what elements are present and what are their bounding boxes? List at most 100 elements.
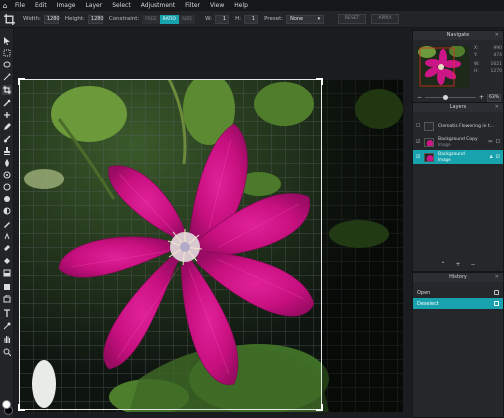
width-input[interactable]: 1280 <box>43 14 60 24</box>
layer-row[interactable]: ☑ Background Copy Image ✂ ☐ <box>413 135 503 149</box>
burn-icon[interactable] <box>2 194 12 204</box>
lock-icon[interactable]: 🔒︎ <box>490 154 493 160</box>
layer-visibility-checkbox[interactable]: ☑ <box>416 139 422 145</box>
move-up-icon[interactable]: ⌃ <box>440 261 445 271</box>
hand-icon[interactable] <box>2 334 12 344</box>
history-open-icon <box>494 290 499 295</box>
menu-layer[interactable]: Layer <box>80 0 107 11</box>
crop-options-bar: Width: 1280 Height: 1280 Constraint: FRE… <box>0 11 504 28</box>
layers-title-bar: Layers ✕ <box>413 103 503 112</box>
apply-button[interactable]: APPLY <box>371 14 400 24</box>
navigator-thumbnail[interactable] <box>417 46 469 88</box>
layer-row-selected[interactable]: ☑ Background Image 🔒︎ ☑ <box>413 150 503 164</box>
brush-icon[interactable] <box>2 134 12 144</box>
zoom-out-icon[interactable]: − <box>417 94 422 101</box>
move-tool-icon[interactable] <box>2 36 12 46</box>
constraint-size[interactable]: SIZE <box>178 14 196 24</box>
gradient-icon[interactable] <box>2 268 12 278</box>
menu-filter[interactable]: Filter <box>180 0 205 11</box>
text-tool-icon[interactable] <box>2 308 12 318</box>
menu-file[interactable]: File <box>10 0 30 11</box>
constraint-ratio[interactable]: RATIO <box>159 14 179 24</box>
reset-button[interactable]: RESET <box>338 14 367 24</box>
layers-panel: Layers ✕ ☐ Clematis Flowering in t... ☑ … <box>412 102 504 272</box>
paint-bucket-icon[interactable] <box>2 256 12 266</box>
image-canvas[interactable] <box>18 73 403 415</box>
menu-view[interactable]: View <box>205 0 229 11</box>
zoom-percent[interactable]: 63% <box>487 93 501 102</box>
drawing-icon[interactable] <box>2 219 12 229</box>
smudge-icon[interactable] <box>2 231 12 241</box>
layer-visibility-checkbox[interactable]: ☑ <box>416 154 422 160</box>
magic-wand-icon[interactable] <box>2 72 12 82</box>
height-input[interactable]: 1280 <box>87 14 104 24</box>
history-panel: History ✕ Open Deselect <box>412 272 504 418</box>
crop-tool-icon[interactable] <box>2 85 12 95</box>
eyedropper-icon[interactable] <box>2 98 12 108</box>
nav-y-value: 474 <box>493 52 502 58</box>
menu-adjustment[interactable]: Adjustment <box>136 0 180 11</box>
crop-handle-top-left[interactable] <box>18 78 25 85</box>
sponge-icon[interactable] <box>2 170 12 180</box>
layer-type: Image <box>438 157 451 162</box>
layer-row[interactable]: ☐ Clematis Flowering in t... <box>413 119 503 133</box>
zoom-slider-handle[interactable] <box>443 95 449 100</box>
layer-checkbox-icon[interactable]: ☑ <box>496 154 500 160</box>
crop-box[interactable] <box>19 79 322 410</box>
layers-footer: ⌃ + − <box>413 261 503 271</box>
remove-layer-icon[interactable]: − <box>471 261 476 271</box>
menu-edit[interactable]: Edit <box>30 0 52 11</box>
zoom-icon[interactable] <box>2 347 12 357</box>
home-icon[interactable]: ⌂ <box>0 0 10 11</box>
add-layer-icon[interactable]: + <box>455 261 460 271</box>
heal-icon[interactable] <box>2 110 12 120</box>
history-title: History <box>449 274 467 280</box>
ratio-w-input[interactable]: 1 <box>215 14 230 24</box>
color-replace-icon[interactable] <box>2 206 12 216</box>
ratio-h-label: H: <box>235 16 242 22</box>
ratio-h-input[interactable]: 1 <box>244 14 259 24</box>
blur-icon[interactable] <box>2 158 12 168</box>
close-icon[interactable]: ✕ <box>495 31 499 40</box>
eraser-icon[interactable] <box>2 243 12 253</box>
tools-panel <box>0 28 14 418</box>
history-label: Open <box>417 289 431 296</box>
menu-help[interactable]: Help <box>229 0 253 11</box>
preset-value: None <box>290 15 304 22</box>
lasso-icon[interactable] <box>2 60 12 70</box>
layer-visibility-checkbox[interactable]: ☐ <box>416 123 422 129</box>
preset-select[interactable]: None ▾ <box>286 14 325 24</box>
layer-thumbnail <box>424 152 434 162</box>
color-picker-icon[interactable] <box>2 321 12 331</box>
height-label: Height: <box>64 16 85 22</box>
shape-icon[interactable] <box>2 282 12 292</box>
canvas-workspace[interactable] <box>15 28 411 418</box>
layer-type: Image <box>438 142 451 147</box>
navigator-title: Navigate <box>446 32 470 38</box>
zoom-in-icon[interactable]: + <box>479 94 484 101</box>
close-icon[interactable]: ✕ <box>495 273 499 282</box>
rect-select-icon[interactable] <box>2 48 12 58</box>
foreground-color-swatch[interactable] <box>2 400 11 409</box>
layers-title: Layers <box>449 104 467 110</box>
clone-stamp-icon[interactable] <box>2 146 12 156</box>
crop-handle-bottom-left[interactable] <box>18 404 25 411</box>
delete-layer-icon[interactable]: ✂ <box>488 139 492 145</box>
close-icon[interactable]: ✕ <box>495 103 499 112</box>
pencil-icon[interactable] <box>2 122 12 132</box>
crop-handle-top-right[interactable] <box>316 78 323 85</box>
layer-checkbox-icon[interactable]: ☐ <box>496 139 500 145</box>
history-item-selected[interactable]: Deselect <box>413 298 503 309</box>
dodge-icon[interactable] <box>2 182 12 192</box>
zoom-slider[interactable] <box>425 95 476 100</box>
replace-color-icon[interactable] <box>2 294 12 304</box>
constraint-label: Constraint: <box>108 16 140 22</box>
layer-name: Clematis Flowering in t... <box>438 123 494 129</box>
menu-select[interactable]: Select <box>107 0 136 11</box>
nav-h-value: 1270 <box>490 68 502 74</box>
history-item[interactable]: Open <box>413 287 503 298</box>
crop-handle-bottom-right[interactable] <box>316 404 323 411</box>
menu-image[interactable]: Image <box>52 0 81 11</box>
constraint-free[interactable]: FREE <box>142 14 160 24</box>
chevron-down-icon: ▾ <box>317 15 321 22</box>
